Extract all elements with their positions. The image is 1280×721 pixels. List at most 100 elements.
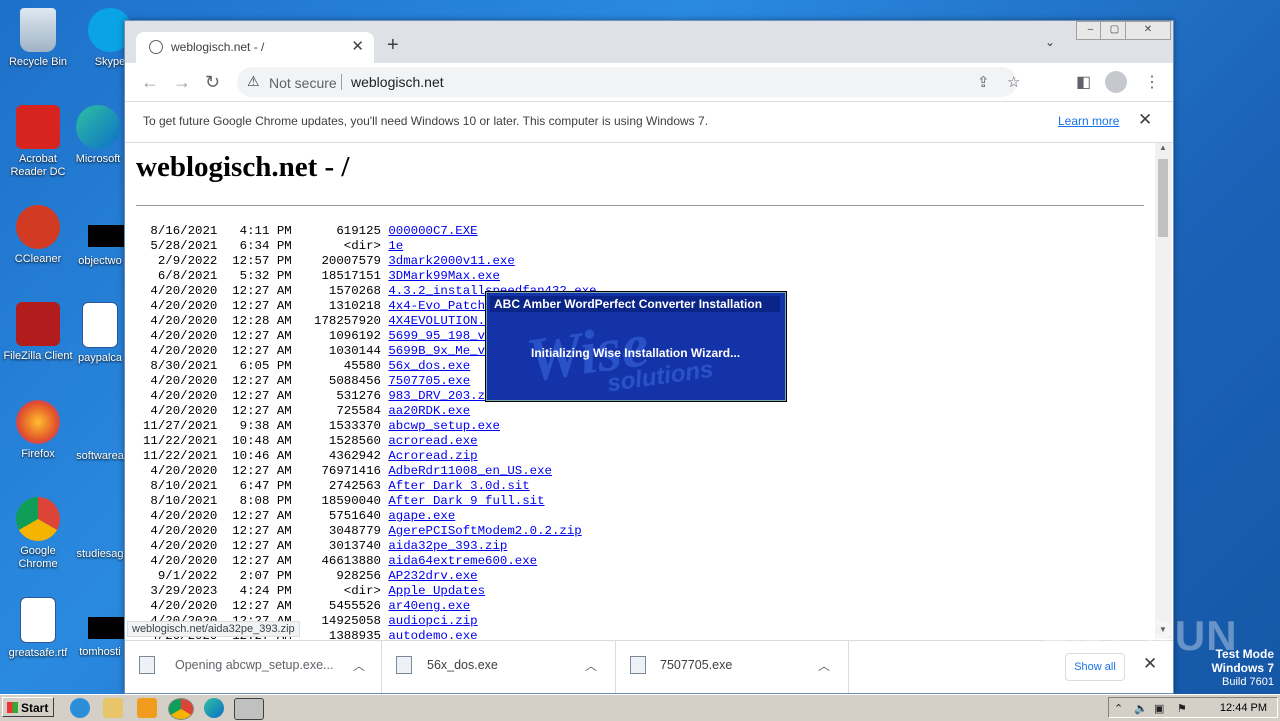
table-row: 8/10/2021 6:47 PM 2742563 After Dark 3.0… <box>143 479 597 494</box>
file-link[interactable]: After Dark 9 full.sit <box>388 494 544 508</box>
file-link[interactable]: acroread.exe <box>388 434 477 448</box>
file-link[interactable]: AgerePCISoftModem2.0.2.zip <box>388 524 581 538</box>
file-icon <box>630 656 646 674</box>
file-meta: 8/16/2021 4:11 PM 619125 <box>143 224 389 238</box>
reload-button[interactable]: ↻ <box>205 72 220 93</box>
os-line: Windows 7 <box>1211 661 1274 675</box>
file-link[interactable]: After Dark 3.0d.sit <box>388 479 529 493</box>
edge-taskbar-icon[interactable] <box>204 698 224 718</box>
close-tab-icon[interactable]: ✕ <box>351 37 364 55</box>
ie-icon[interactable] <box>70 698 90 718</box>
file-link[interactable]: 000000C7.EXE <box>388 224 477 238</box>
file-link[interactable]: autodemo.exe <box>388 629 477 639</box>
file-meta: 4/20/2020 12:27 AM 5455526 <box>143 599 389 613</box>
close-icon[interactable]: ✕ <box>1138 110 1152 130</box>
media-player-icon[interactable] <box>137 698 157 718</box>
file-meta: 5/28/2021 6:34 PM <dir> <box>143 239 389 253</box>
menu-icon[interactable]: ⋮ <box>1144 72 1160 92</box>
wise-installer-dialog: ABC Amber WordPerfect Converter Installa… <box>486 292 786 401</box>
file-link[interactable]: abcwp_setup.exe <box>388 419 500 433</box>
file-link[interactable]: aa20RDK.exe <box>388 404 470 418</box>
installer-taskbar-icon[interactable] <box>234 698 264 720</box>
download-bar: Opening abcwp_setup.exe... ︿ 56x_dos.exe… <box>125 640 1173 693</box>
table-row: 4/20/2020 12:27 AM 76971416 AdbeRdr11008… <box>143 464 597 479</box>
tab-strip: weblogisch.net - / ✕ + ⌄ – ▢ ✕ <box>125 21 1173 63</box>
table-row: 8/16/2021 4:11 PM 619125 000000C7.EXE <box>143 224 597 239</box>
download-item[interactable]: 7507705.exe ︿ <box>616 641 849 693</box>
scrollbar-thumb[interactable] <box>1158 159 1168 237</box>
file-meta: 4/20/2020 12:27 AM 3048779 <box>143 524 389 538</box>
file-meta: 4/20/2020 12:27 AM 531276 <box>143 389 389 403</box>
forward-button[interactable]: → <box>173 72 191 93</box>
profile-avatar[interactable] <box>1105 71 1127 93</box>
recycle-bin-icon <box>20 8 56 52</box>
acrobat-icon <box>16 105 60 149</box>
file-link[interactable]: 56x_dos.exe <box>388 359 470 373</box>
warning-icon: ⚠ <box>247 73 260 89</box>
file-meta: 11/27/2021 9:38 AM 1533370 <box>143 419 389 433</box>
chevron-up-icon[interactable]: ⌃ <box>1114 702 1123 715</box>
table-row: 3/29/2023 4:24 PM <dir> Apple Updates <box>143 584 597 599</box>
edge-icon <box>76 105 120 149</box>
close-window-button[interactable]: ✕ <box>1125 21 1171 40</box>
file-link[interactable]: agape.exe <box>388 509 455 523</box>
dialog-message: Initializing Wise Installation Wizard... <box>531 346 741 360</box>
download-filename: 56x_dos.exe <box>427 658 498 672</box>
system-tray: ⌃ 🔈 ▣ ⚑ 12:44 PM <box>1108 697 1278 718</box>
file-meta: 4/20/2020 12:27 AM 5088456 <box>143 374 389 388</box>
chevron-up-icon[interactable]: ︿ <box>585 657 597 674</box>
back-button[interactable]: ← <box>141 72 159 93</box>
file-link[interactable]: Acroread.zip <box>388 449 477 463</box>
table-row: 5/28/2021 6:34 PM <dir> 1e <box>143 239 597 254</box>
flag-icon[interactable]: ⚑ <box>1177 702 1187 715</box>
download-item[interactable]: Opening abcwp_setup.exe... ︿ <box>125 641 382 693</box>
url-text[interactable]: weblogisch.net <box>351 74 444 90</box>
table-row: 4/20/2020 12:27 AM 3013740 aida32pe_393.… <box>143 539 597 554</box>
scrollbar[interactable]: ▲ ▼ <box>1155 143 1172 639</box>
side-panel-icon[interactable]: ◧ <box>1076 72 1091 92</box>
file-link[interactable]: 3dmark2000v11.exe <box>388 254 514 268</box>
file-link[interactable]: 3DMark99Max.exe <box>388 269 500 283</box>
file-link[interactable]: AdbeRdr11008_en_US.exe <box>388 464 552 478</box>
build-line: Build 7601 <box>1222 676 1274 688</box>
chevron-up-icon[interactable]: ︿ <box>353 657 365 674</box>
scroll-up-icon[interactable]: ▲ <box>1159 143 1167 152</box>
not-secure-label: Not secure <box>269 75 337 91</box>
download-item[interactable]: 56x_dos.exe ︿ <box>382 641 616 693</box>
tab-weblogisch[interactable]: weblogisch.net - / ✕ <box>136 32 374 63</box>
file-link[interactable]: Apple Updates <box>388 584 485 598</box>
file-meta: 3/29/2023 4:24 PM <dir> <box>143 584 389 598</box>
file-link[interactable]: 7507705.exe <box>388 374 470 388</box>
file-link[interactable]: AP232drv.exe <box>388 569 477 583</box>
table-row: 4/20/2020 12:27 AM 3048779 AgerePCISoftM… <box>143 524 597 539</box>
dialog-title[interactable]: ABC Amber WordPerfect Converter Installa… <box>490 296 780 312</box>
start-button[interactable]: Start <box>2 697 54 717</box>
new-tab-button[interactable]: + <box>387 34 399 57</box>
chrome-taskbar-icon[interactable] <box>168 698 194 720</box>
chevron-up-icon[interactable]: ︿ <box>818 657 830 674</box>
file-link[interactable]: 1e <box>388 239 403 253</box>
start-label: Start <box>21 701 49 715</box>
learn-more-link[interactable]: Learn more <box>1058 114 1119 128</box>
volume-icon[interactable]: 🔈 <box>1134 702 1148 715</box>
file-link[interactable]: ar40eng.exe <box>388 599 470 613</box>
explorer-icon[interactable] <box>103 698 123 718</box>
table-row: 11/22/2021 10:46 AM 4362942 Acroread.zip <box>143 449 597 464</box>
network-icon[interactable]: ▣ <box>1154 702 1164 715</box>
file-meta: 4/20/2020 12:27 AM 5751640 <box>143 509 389 523</box>
address-bar[interactable]: ⚠ Not secure weblogisch.net ⇪ ☆ <box>237 67 1020 97</box>
chevron-down-icon[interactable]: ⌄ <box>1045 35 1055 49</box>
redacted-icon <box>88 617 128 639</box>
file-link[interactable]: 983_DRV_203.zip <box>388 389 500 403</box>
desktop-icon-recycle-bin[interactable]: Recycle Bin <box>0 8 76 69</box>
file-link[interactable]: aida32pe_393.zip <box>388 539 507 553</box>
file-link[interactable]: aida64extreme600.exe <box>388 554 537 568</box>
file-link[interactable]: audiopci.zip <box>388 614 477 628</box>
clock[interactable]: 12:44 PM <box>1220 702 1267 714</box>
anyrun-watermark: ANY RUN <box>1040 612 1238 659</box>
star-icon[interactable]: ☆ <box>1007 73 1020 91</box>
table-row: 4/20/2020 12:27 AM 5455526 ar40eng.exe <box>143 599 597 614</box>
share-icon[interactable]: ⇪ <box>977 73 990 91</box>
file-icon <box>396 656 412 674</box>
ccleaner-icon <box>16 205 60 249</box>
